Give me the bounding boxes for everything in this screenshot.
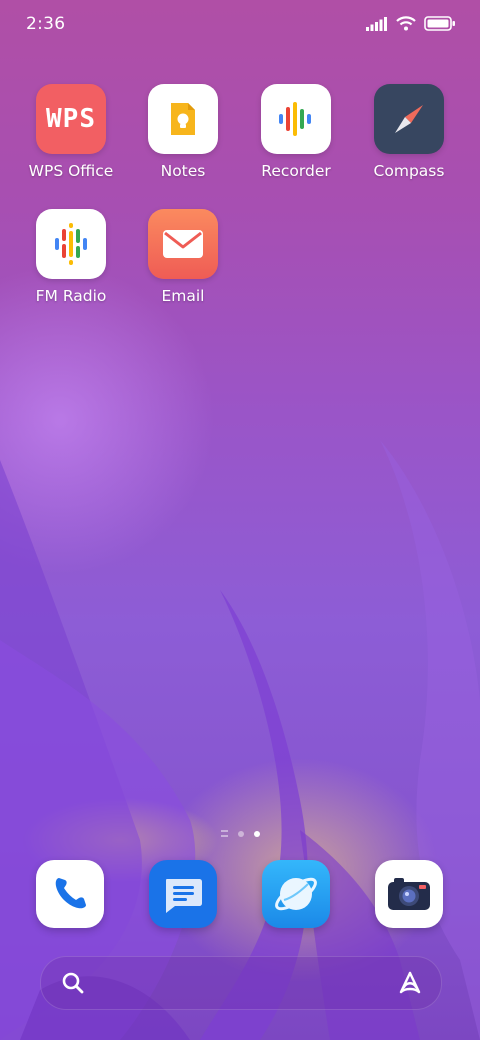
notes-icon xyxy=(148,84,218,154)
phone-icon xyxy=(55,878,86,909)
status-time: 2:36 xyxy=(26,14,66,34)
app-notes[interactable]: Notes xyxy=(127,84,239,180)
signal-icon xyxy=(366,16,387,31)
app-label: Compass xyxy=(373,162,445,180)
app-label: Email xyxy=(161,287,205,305)
page-indicator-menu xyxy=(220,830,228,837)
app-label: Recorder xyxy=(261,162,331,180)
battery-icon xyxy=(424,16,455,31)
dock-messages[interactable] xyxy=(149,860,217,928)
page-indicator xyxy=(0,830,480,837)
camera-icon xyxy=(388,878,430,910)
browser-icon xyxy=(275,877,317,911)
page-dot-2-active xyxy=(253,830,260,837)
page-dot-1 xyxy=(237,830,244,837)
wps-logo-text: WPS xyxy=(46,104,96,134)
wifi-icon xyxy=(396,16,416,31)
messages-icon xyxy=(166,879,202,913)
app-compass[interactable]: Compass xyxy=(353,84,465,180)
fm-radio-icon xyxy=(36,209,106,279)
app-wps-office[interactable]: WPS WPS Office xyxy=(15,84,127,180)
wps-office-icon: WPS xyxy=(36,84,106,154)
dock-browser[interactable] xyxy=(262,860,330,928)
dock-phone[interactable] xyxy=(36,860,104,928)
status-bar: 2:36 xyxy=(0,0,480,50)
dock-camera[interactable] xyxy=(375,860,443,928)
search-bar[interactable] xyxy=(40,956,442,1010)
app-fm-radio[interactable]: FM Radio xyxy=(15,209,127,305)
app-email[interactable]: Email xyxy=(127,209,239,305)
email-icon xyxy=(148,209,218,279)
search-icon xyxy=(62,972,84,994)
recorder-icon xyxy=(261,84,331,154)
app-label: FM Radio xyxy=(35,287,107,305)
app-label: Notes xyxy=(160,162,206,180)
assistant-icon[interactable] xyxy=(397,970,423,996)
app-recorder[interactable]: Recorder xyxy=(240,84,352,180)
status-icons xyxy=(366,16,456,31)
compass-icon xyxy=(374,84,444,154)
app-label: WPS Office xyxy=(28,162,114,180)
